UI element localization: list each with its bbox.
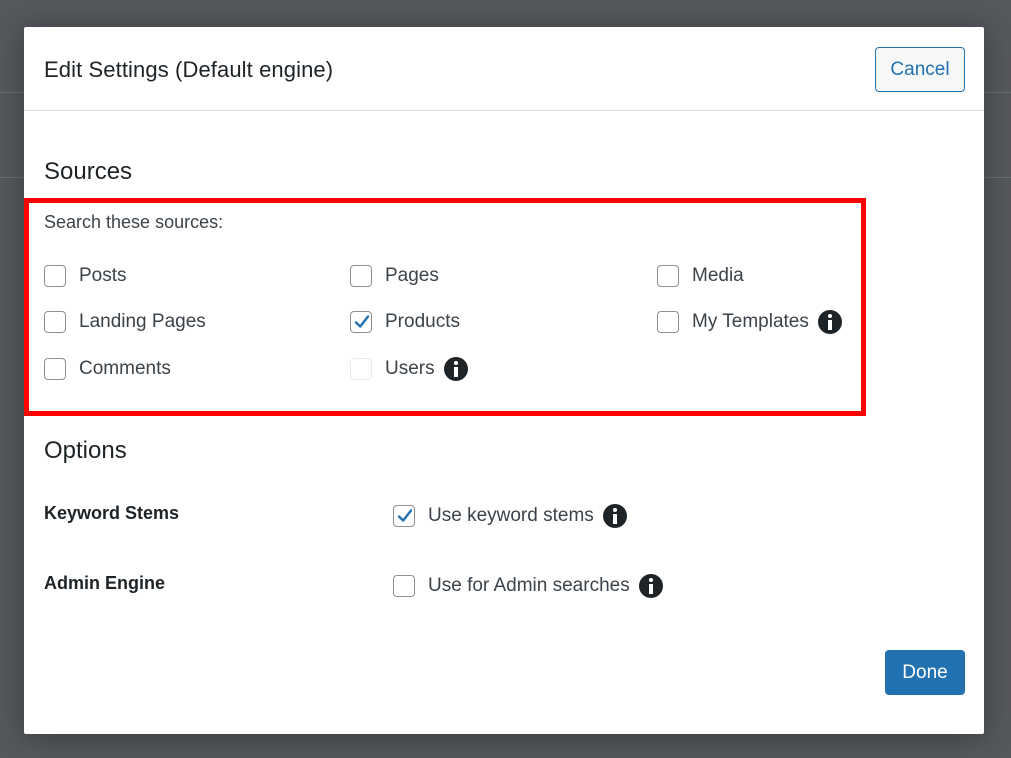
- options-heading: Options: [44, 437, 127, 464]
- media-label: Media: [692, 265, 744, 286]
- my-templates-label: My Templates: [692, 311, 809, 332]
- posts-label: Posts: [79, 265, 127, 286]
- source-option-landing-pages[interactable]: Landing Pages: [44, 309, 206, 335]
- keyword-stems-checkbox[interactable]: [393, 505, 415, 527]
- keyword-stems-option[interactable]: Use keyword stems: [393, 503, 627, 529]
- my-templates-checkbox[interactable]: [657, 311, 679, 333]
- posts-checkbox[interactable]: [44, 265, 66, 287]
- media-checkbox[interactable]: [657, 265, 679, 287]
- comments-checkbox[interactable]: [44, 358, 66, 380]
- source-option-my-templates[interactable]: My Templates: [657, 309, 842, 335]
- sources-prompt: Search these sources:: [44, 212, 224, 232]
- admin-engine-label: Admin Engine: [44, 573, 165, 593]
- pages-checkbox[interactable]: [350, 265, 372, 287]
- info-icon[interactable]: [638, 574, 663, 598]
- landing-pages-label: Landing Pages: [79, 311, 206, 332]
- info-icon[interactable]: [443, 357, 468, 381]
- done-button[interactable]: Done: [885, 650, 965, 695]
- source-option-media[interactable]: Media: [657, 263, 744, 289]
- keyword-stems-label: Keyword Stems: [44, 503, 180, 523]
- users-label: Users: [385, 358, 435, 379]
- modal-title: Edit Settings (Default engine): [44, 57, 334, 82]
- source-option-pages[interactable]: Pages: [350, 263, 439, 289]
- keyword-stems-checkbox-label: Use keyword stems: [428, 505, 594, 526]
- source-option-comments[interactable]: Comments: [44, 356, 171, 382]
- pages-label: Pages: [385, 265, 439, 286]
- admin-searches-checkbox-label: Use for Admin searches: [428, 575, 630, 596]
- cancel-button[interactable]: Cancel: [875, 47, 965, 92]
- source-option-users[interactable]: Users: [350, 356, 468, 382]
- modal-header: Edit Settings (Default engine) Cancel: [24, 27, 984, 111]
- landing-pages-checkbox[interactable]: [44, 311, 66, 333]
- source-option-products[interactable]: Products: [350, 309, 460, 335]
- admin-searches-checkbox[interactable]: [393, 575, 415, 597]
- info-icon[interactable]: [602, 504, 627, 528]
- comments-label: Comments: [79, 358, 171, 379]
- checkmark-icon: [354, 315, 370, 328]
- users-checkbox[interactable]: [350, 358, 372, 380]
- admin-engine-option[interactable]: Use for Admin searches: [393, 573, 663, 599]
- source-option-posts[interactable]: Posts: [44, 263, 127, 289]
- info-icon[interactable]: [817, 310, 842, 334]
- checkmark-icon: [397, 509, 413, 522]
- products-label: Products: [385, 311, 460, 332]
- sources-heading: Sources: [44, 158, 133, 185]
- products-checkbox[interactable]: [350, 311, 372, 333]
- edit-settings-modal: Edit Settings (Default engine) Cancel So…: [24, 27, 984, 734]
